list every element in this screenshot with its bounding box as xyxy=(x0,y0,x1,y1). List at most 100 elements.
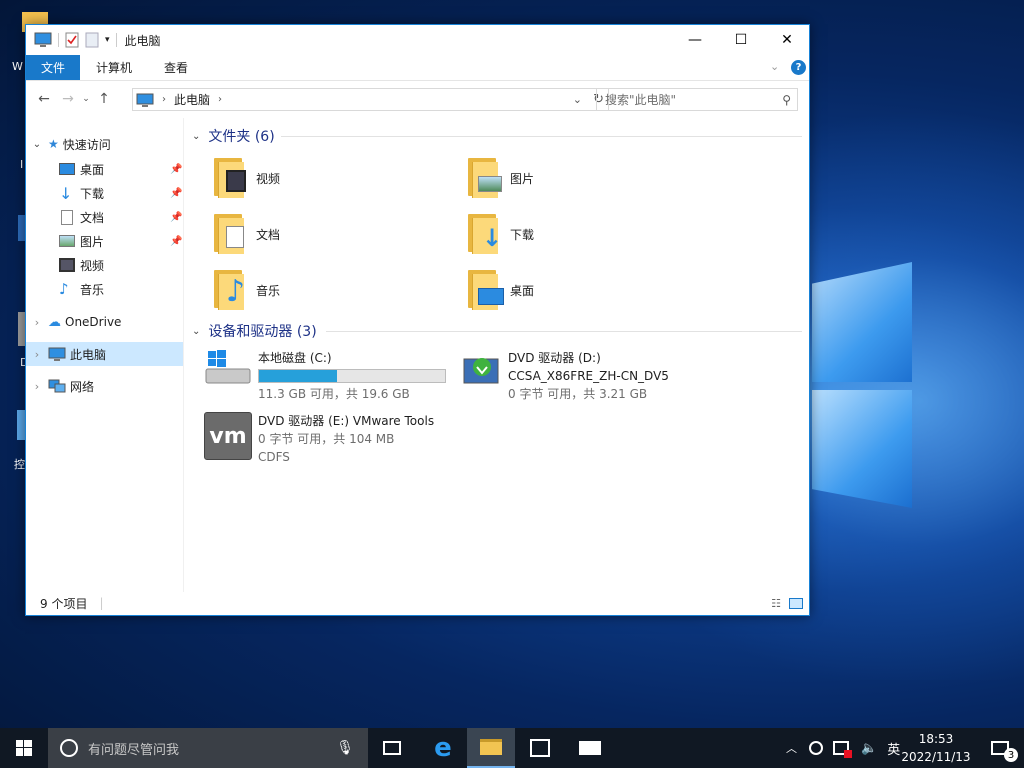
clock[interactable]: 18:53 2022/11/13 xyxy=(896,728,976,768)
group-header-label: 设备和驱动器 (3) xyxy=(208,324,317,340)
pin-icon: 📌 xyxy=(170,211,183,223)
group-header-folders[interactable]: ⌄ 文件夹 (6) xyxy=(192,126,275,146)
back-arrow-icon[interactable]: ← xyxy=(32,91,56,107)
large-icons-view-icon[interactable] xyxy=(789,597,803,609)
expanded-chevron-icon[interactable]: ⌄ xyxy=(192,326,200,337)
up-arrow-icon[interactable]: ↑ xyxy=(92,91,116,107)
desktop-icon-label-partial: I xyxy=(20,158,24,171)
network-disconnected-icon[interactable] xyxy=(833,741,852,758)
windows-logo-icon xyxy=(16,740,32,756)
folder-music[interactable]: ♪ 音乐 xyxy=(212,270,280,310)
status-bar: 9 个项目 | ☷ xyxy=(26,591,809,615)
windows-drive-icon xyxy=(205,350,251,384)
collapsed-chevron-icon[interactable]: › xyxy=(26,380,48,393)
sidebar-item-label: 网络 xyxy=(70,379,95,394)
sidebar-item-label: 快速访问 xyxy=(62,137,111,152)
expand-ribbon-icon[interactable]: ⌄ xyxy=(770,60,779,73)
sidebar-item-this-pc[interactable]: › 此电脑 xyxy=(26,342,183,366)
download-folder-icon: ↓ xyxy=(466,214,502,254)
folder-videos[interactable]: 视频 xyxy=(212,158,280,198)
file-explorer-icon xyxy=(480,739,502,755)
document-icon xyxy=(61,209,73,225)
microphone-icon[interactable]: 🎙 xyxy=(336,740,354,756)
desktop-icon xyxy=(59,163,75,175)
sidebar-item-documents[interactable]: 文档 📌 xyxy=(26,205,183,229)
dvd-setup-icon xyxy=(463,358,499,384)
folder-label: 音乐 xyxy=(256,283,281,298)
sidebar-item-label: 音乐 xyxy=(80,282,105,297)
edge-icon: e xyxy=(434,733,452,763)
film-icon xyxy=(59,258,75,272)
customize-toolbar-dropdown-icon[interactable]: ▾ xyxy=(105,35,110,45)
content-pane: ⌄ 文件夹 (6) 视频 图片 文档 ↓ 下载 ♪ 音乐 桌面 ⌄ 设备和驱动器… xyxy=(186,118,811,592)
folder-label: 桌面 xyxy=(510,283,535,298)
folder-documents[interactable]: 文档 xyxy=(212,214,280,254)
details-view-icon[interactable]: ☷ xyxy=(771,597,781,610)
music-folder-icon: ♪ xyxy=(212,270,248,310)
expanded-chevron-icon[interactable]: ⌄ xyxy=(192,131,200,142)
drive-c[interactable]: 本地磁盘 (C:) 11.3 GB 可用，共 19.6 GB xyxy=(204,349,446,403)
group-divider xyxy=(326,331,802,332)
show-hidden-icons-chevron-icon[interactable]: ︿ xyxy=(786,740,797,756)
taskbar-search-box[interactable]: 有问题尽管问我 🎙 xyxy=(48,728,368,768)
volume-icon[interactable]: 🔈 xyxy=(861,741,877,756)
sidebar-item-onedrive[interactable]: › ☁ OneDrive xyxy=(26,310,183,334)
new-folder-icon[interactable] xyxy=(85,32,99,48)
folder-pictures[interactable]: 图片 xyxy=(466,158,534,198)
sidebar-item-music[interactable]: ♪ 音乐 xyxy=(26,277,183,301)
recent-locations-chevron-icon[interactable]: ⌄ xyxy=(80,94,92,104)
file-explorer-taskbar-button[interactable] xyxy=(467,728,515,768)
store-taskbar-button[interactable] xyxy=(516,728,564,768)
mail-icon xyxy=(579,741,601,755)
clock-date: 2022/11/13 xyxy=(901,750,971,764)
toolbar-divider xyxy=(115,33,117,47)
group-header-label: 文件夹 (6) xyxy=(208,129,275,145)
tab-view[interactable]: 查看 xyxy=(148,55,204,80)
edge-taskbar-button[interactable]: e xyxy=(419,728,467,768)
clock-time: 18:53 xyxy=(918,732,954,746)
collapsed-chevron-icon[interactable]: › xyxy=(26,348,48,361)
sidebar-item-videos[interactable]: 视频 xyxy=(26,253,183,277)
address-bar[interactable]: › 此电脑 › ⌄ ↻ xyxy=(132,88,609,111)
breadcrumb-this-pc[interactable]: 此电脑 xyxy=(174,91,210,108)
drive-e[interactable]: vm DVD 驱动器 (E:) VMware Tools 0 字节 可用，共 1… xyxy=(204,412,434,466)
group-header-devices[interactable]: ⌄ 设备和驱动器 (3) xyxy=(192,321,317,341)
start-button[interactable] xyxy=(0,728,48,768)
location-icon[interactable] xyxy=(809,741,823,755)
task-view-button[interactable] xyxy=(368,728,416,768)
system-tray: ︿ 🔈 英 xyxy=(782,728,900,768)
drive-space: 0 字节 可用，共 104 MB xyxy=(258,432,395,446)
maximize-button[interactable]: ☐ xyxy=(718,25,764,55)
drive-d[interactable]: DVD 驱动器 (D:) CCSA_X86FRE_ZH-CN_DV5 0 字节 … xyxy=(462,349,669,403)
folder-downloads[interactable]: ↓ 下载 xyxy=(466,214,534,254)
action-center-button[interactable]: 3 xyxy=(976,728,1024,768)
tab-file[interactable]: 文件 xyxy=(26,55,81,80)
help-icon[interactable]: ? xyxy=(791,60,806,75)
search-icon[interactable]: ⚲ xyxy=(782,93,791,107)
store-bag-icon xyxy=(530,739,550,757)
picture-icon xyxy=(59,235,75,247)
breadcrumb-separator-icon[interactable]: › xyxy=(218,94,222,105)
sidebar-item-network[interactable]: › 网络 xyxy=(26,374,183,398)
properties-icon[interactable] xyxy=(65,32,79,48)
sidebar-item-label: 桌面 xyxy=(80,162,105,177)
sidebar-item-downloads[interactable]: ↓ 下载 📌 xyxy=(26,181,183,205)
music-note-icon: ♪ xyxy=(59,280,69,298)
sidebar-item-desktop[interactable]: 桌面 📌 xyxy=(26,157,183,181)
collapsed-chevron-icon[interactable]: › xyxy=(26,316,48,329)
address-dropdown-icon[interactable]: ⌄ xyxy=(573,93,582,106)
minimize-button[interactable]: — xyxy=(672,25,718,55)
sidebar-item-pictures[interactable]: 图片 📌 xyxy=(26,229,183,253)
sidebar-item-quick-access[interactable]: ⌄ ★ 快速访问 xyxy=(26,132,183,156)
notification-count-badge: 3 xyxy=(1004,748,1018,762)
tab-computer[interactable]: 计算机 xyxy=(80,55,148,80)
sidebar-item-label: OneDrive xyxy=(65,315,122,329)
mail-taskbar-button[interactable] xyxy=(566,728,614,768)
title-bar[interactable]: ▾ 此电脑 — ☐ ✕ xyxy=(26,25,809,55)
folder-desktop[interactable]: 桌面 xyxy=(466,270,534,310)
taskbar: 有问题尽管问我 🎙 e ︿ 🔈 英 18:53 2022/11/13 3 xyxy=(0,728,1024,768)
search-input[interactable]: 搜索"此电脑" ⚲ xyxy=(596,88,798,111)
close-button[interactable]: ✕ xyxy=(764,25,810,55)
expanded-chevron-icon[interactable]: ⌄ xyxy=(26,139,48,150)
forward-arrow-icon[interactable]: → xyxy=(56,91,80,107)
